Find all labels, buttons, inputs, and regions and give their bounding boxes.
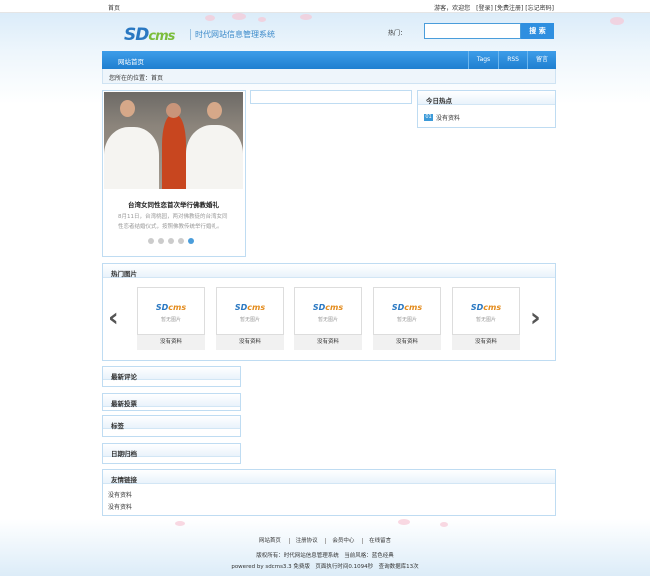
user-links[interactable]: 游客，欢迎您 [登录] [免费注册] [忘记密码] [434, 3, 554, 12]
date-archive-title: 日期归档 [103, 444, 240, 458]
hot-picture-item[interactable]: SDcms 暂无图片 没有资料 [137, 287, 205, 350]
placeholder-logo: SDcms [155, 303, 187, 312]
hot-picture-item[interactable]: SDcms 暂无图片 没有资料 [373, 287, 441, 350]
placeholder-logo: SDcms [234, 303, 266, 312]
footer-powered: powered by sdcms3.3 免费版 页面执行时间0.1094秒 查询… [231, 564, 419, 570]
petal-decoration [440, 522, 448, 527]
footer-link-agreement[interactable]: 注册协议 [288, 538, 324, 544]
petal-decoration [258, 17, 266, 22]
hot-picture-item[interactable]: SDcms 暂无图片 没有资料 [452, 287, 520, 350]
picture-caption[interactable]: 没有资料 [137, 335, 205, 350]
date-archive-panel: 日期归档 [102, 443, 241, 464]
latest-votes-title: 最新投票 [103, 394, 240, 408]
slide-dot[interactable] [148, 238, 154, 244]
breadcrumb: 您所在的位置：首页 [102, 69, 556, 84]
slide-title[interactable]: 台湾女同性恋首次举行佛教婚礼 [104, 199, 243, 209]
hot-picture-item[interactable]: SDcms 暂无图片 没有资料 [294, 287, 362, 350]
petal-decoration [610, 17, 624, 25]
hot-today-item[interactable]: 01 没有资料 [424, 113, 460, 122]
news-panel [250, 90, 412, 104]
friend-link[interactable]: 没有资料 [108, 490, 132, 502]
petal-decoration [205, 15, 215, 21]
slide-dot[interactable] [178, 238, 184, 244]
main-nav: 网站首页 Tags RSS 留言 [102, 51, 556, 69]
footer-link-guestbook[interactable]: 在线留言 [362, 538, 398, 544]
slide-dots [148, 238, 194, 244]
slide-dot[interactable] [168, 238, 174, 244]
footer-copyright: 版权所有：时代网站信息管理系统 当前风格：蓝色经典 [256, 553, 394, 559]
top-bar: 首页 游客，欢迎您 [登录] [免费注册] [忘记密码] [0, 0, 650, 13]
petal-decoration [300, 14, 312, 20]
footer-link-member[interactable]: 会员中心 [325, 538, 361, 544]
slide-dot[interactable] [158, 238, 164, 244]
hot-pictures-title: 热门图片 [103, 264, 555, 278]
footer-link-home[interactable]: 网站首页 [253, 538, 287, 544]
nav-rss[interactable]: RSS [498, 51, 527, 69]
slide-dot-active[interactable] [188, 238, 194, 244]
top-home-link[interactable]: 首页 [108, 3, 120, 12]
placeholder-logo: SDcms [312, 303, 344, 312]
nav-tags[interactable]: Tags [467, 51, 498, 69]
tags-title: 标签 [103, 416, 240, 430]
tags-panel: 标签 [102, 415, 241, 437]
petal-decoration [398, 519, 410, 525]
petal-decoration [232, 13, 246, 20]
latest-votes-panel: 最新投票 [102, 393, 241, 411]
picture-caption[interactable]: 没有资料 [452, 335, 520, 350]
rank-badge: 01 [424, 114, 433, 121]
nav-guestbook[interactable]: 留言 [526, 51, 556, 69]
search-input[interactable] [424, 23, 521, 39]
footer-nav: 网站首页 注册协议 会员中心 在线留言 [0, 536, 650, 544]
slide-description: 8月11日，台湾桃园，两对佛教徒的台湾女同性恋者结婚仪式，按照佛教传统举行婚礼。 [118, 214, 228, 230]
hot-today-panel: 今日热点 [417, 90, 556, 128]
site-logo[interactable]: SDcms [124, 25, 175, 45]
latest-comments-title: 最新评论 [103, 367, 240, 381]
hot-today-title: 今日热点 [418, 91, 555, 105]
site-tagline: 时代网站信息管理系统 [190, 29, 275, 40]
petal-decoration [175, 521, 185, 526]
latest-comments-panel: 最新评论 [102, 366, 241, 387]
picture-caption[interactable]: 没有资料 [216, 335, 284, 350]
slide-photo[interactable] [104, 92, 243, 189]
placeholder-logo: SDcms [391, 303, 423, 312]
hot-picture-item[interactable]: SDcms 暂无图片 没有资料 [216, 287, 284, 350]
placeholder-logo: SDcms [470, 303, 502, 312]
friend-links-list: 没有资料 没有资料 [108, 490, 132, 514]
prev-arrow-icon[interactable]: ‹ [108, 303, 119, 333]
next-arrow-icon[interactable]: › [530, 303, 541, 333]
nav-home[interactable]: 网站首页 [118, 56, 144, 66]
friend-links-title: 友情链接 [103, 470, 555, 484]
picture-caption[interactable]: 没有资料 [373, 335, 441, 350]
hot-keywords-label: 热门： [388, 30, 407, 37]
friend-link[interactable]: 没有资料 [108, 502, 132, 514]
search-button[interactable]: 搜 索 [521, 23, 554, 39]
friend-links-panel: 友情链接 [102, 469, 556, 516]
hot-today-item-text[interactable]: 没有资料 [436, 113, 460, 122]
picture-caption[interactable]: 没有资料 [294, 335, 362, 350]
